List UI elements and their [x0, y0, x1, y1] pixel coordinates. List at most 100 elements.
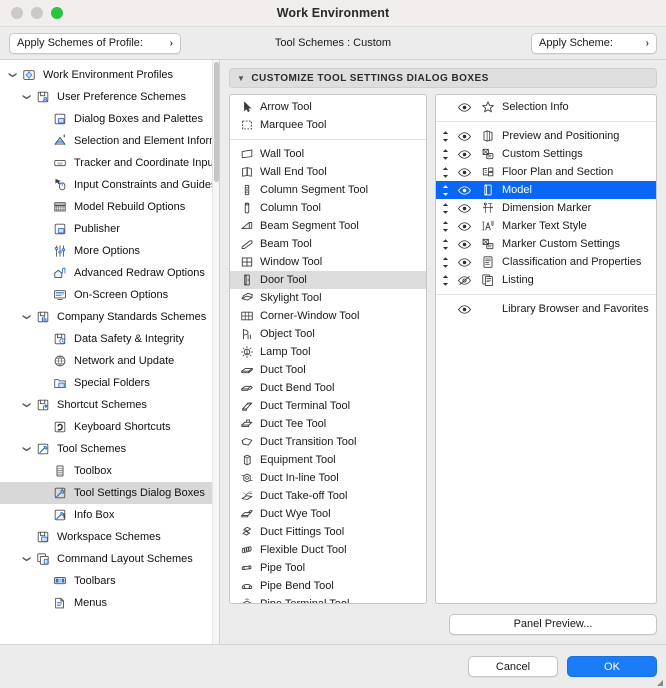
tool-list-item[interactable]: Column Tool — [230, 199, 426, 217]
eye-visible-icon[interactable] — [452, 185, 476, 196]
panel-list-item[interactable]: Marker Custom Settings — [436, 235, 656, 253]
panel-list-item[interactable]: Model — [436, 181, 656, 199]
sidebar-item-menus[interactable]: Menus — [0, 592, 219, 614]
tool-list-item[interactable]: Beam Tool — [230, 235, 426, 253]
panel-list-item[interactable]: Dimension Marker — [436, 199, 656, 217]
sidebar-item-network-and-update[interactable]: Network and Update — [0, 350, 219, 372]
eye-visible-icon[interactable] — [452, 304, 476, 315]
sidebar-item-publisher[interactable]: Publisher — [0, 218, 219, 240]
tool-list-item[interactable]: Duct Transition Tool — [230, 433, 426, 451]
reorder-handle-icon[interactable] — [439, 220, 452, 232]
sidebar-item-tool-schemes[interactable]: ❯ Tool Schemes — [0, 438, 219, 460]
tool-list-item[interactable]: Door Tool — [230, 271, 426, 289]
tool-list[interactable]: Arrow Tool Marquee Tool Wall Tool Wall End … — [229, 94, 427, 604]
sidebar-item-toolbox[interactable]: Toolbox — [0, 460, 219, 482]
schemes-tree[interactable]: ❯ Work Environment Profiles ❯ User Preferen… — [0, 60, 219, 614]
sidebar-item-toolbars[interactable]: Toolbars — [0, 570, 219, 592]
tool-list-item[interactable]: Beam Segment Tool — [230, 217, 426, 235]
reorder-handle-icon[interactable] — [439, 238, 452, 250]
chevron-down-icon[interactable]: ❯ — [23, 91, 32, 104]
eye-hidden-icon[interactable] — [452, 275, 476, 286]
customize-section-header[interactable]: ▼ CUSTOMIZE TOOL SETTINGS DIALOG BOXES — [229, 68, 657, 88]
sidebar-item-tracker-and-coordinate-input[interactable]: xyz Tracker and Coordinate Input — [0, 152, 219, 174]
tool-list-item[interactable]: Flexible Duct Tool — [230, 541, 426, 559]
chevron-down-icon[interactable]: ❯ — [23, 443, 32, 456]
sidebar-item-on-screen-options[interactable]: On-Screen Options — [0, 284, 219, 306]
panel-list-item[interactable]: Preview and Positioning — [436, 127, 656, 145]
ok-button[interactable]: OK — [567, 656, 657, 677]
sidebar-item-input-constraints-and-guides[interactable]: Input Constraints and Guides — [0, 174, 219, 196]
tool-list-item[interactable]: Duct Take-off Tool — [230, 487, 426, 505]
tool-list-item[interactable]: Wall Tool — [230, 145, 426, 163]
tree-scrollbar[interactable] — [212, 60, 219, 644]
eye-visible-icon[interactable] — [452, 239, 476, 250]
cancel-button[interactable]: Cancel — [468, 656, 558, 677]
panel-list-item[interactable]: Classification and Properties — [436, 253, 656, 271]
tool-list-item[interactable]: Duct Bend Tool — [230, 379, 426, 397]
sidebar-item-company-standards-schemes[interactable]: ❯ Company Standards Schemes — [0, 306, 219, 328]
eye-visible-icon[interactable] — [452, 149, 476, 160]
tool-list-item[interactable]: Marquee Tool — [230, 116, 426, 134]
panel-preview-button[interactable]: Panel Preview... — [449, 613, 657, 635]
tool-list-item[interactable]: Pipe Terminal Tool — [230, 595, 426, 603]
tool-list-item[interactable]: Column Segment Tool — [230, 181, 426, 199]
tool-list-item[interactable]: Equipment Tool — [230, 451, 426, 469]
eye-visible-icon[interactable] — [452, 257, 476, 268]
sidebar-item-model-rebuild-options[interactable]: Model Rebuild Options — [0, 196, 219, 218]
sidebar-item-info-box[interactable]: Info Box — [0, 504, 219, 526]
reorder-handle-icon[interactable] — [439, 148, 452, 160]
panel-list-item[interactable]: Custom Settings — [436, 145, 656, 163]
resize-handle-icon[interactable] — [654, 677, 664, 687]
sidebar-item-tool-settings-dialog-boxes[interactable]: Tool Settings Dialog Boxes — [0, 482, 219, 504]
reorder-handle-icon[interactable] — [439, 184, 452, 196]
panel-list-item[interactable]: Library Browser and Favorites — [436, 300, 656, 318]
eye-visible-icon[interactable] — [452, 167, 476, 178]
eye-visible-icon[interactable] — [452, 131, 476, 142]
tool-list-item[interactable]: Pipe Bend Tool — [230, 577, 426, 595]
sidebar-item-advanced-redraw-options[interactable]: Advanced Redraw Options — [0, 262, 219, 284]
chevron-down-icon[interactable]: ❯ — [23, 399, 32, 412]
reorder-handle-icon[interactable] — [439, 274, 452, 286]
reorder-handle-icon[interactable] — [439, 256, 452, 268]
sidebar-item-workspace-schemes[interactable]: Workspace Schemes — [0, 526, 219, 548]
eye-visible-icon[interactable] — [452, 221, 476, 232]
panel-list-item[interactable]: Listing — [436, 271, 656, 289]
panel-list[interactable]: Selection Info Preview and Positioning Cus… — [435, 94, 657, 604]
panel-list-item[interactable]: Selection Info — [436, 98, 656, 116]
eye-visible-icon[interactable] — [452, 102, 476, 113]
chevron-down-icon[interactable]: ❯ — [9, 69, 18, 82]
panel-list-item[interactable]: Floor Plan and Section — [436, 163, 656, 181]
tool-list-item[interactable]: Corner-Window Tool — [230, 307, 426, 325]
tool-list-item[interactable]: Lamp Tool — [230, 343, 426, 361]
reorder-handle-icon[interactable] — [439, 130, 452, 142]
tool-list-item[interactable]: Duct Tool — [230, 361, 426, 379]
tool-list-item[interactable]: Pipe Tool — [230, 559, 426, 577]
sidebar-item-user-preference-schemes[interactable]: ❯ User Preference Schemes — [0, 86, 219, 108]
sidebar-item-more-options[interactable]: More Options — [0, 240, 219, 262]
reorder-handle-icon[interactable] — [439, 166, 452, 178]
panel-list-item[interactable]: Marker Text Style — [436, 217, 656, 235]
sidebar-item-shortcut-schemes[interactable]: ❯ Shortcut Schemes — [0, 394, 219, 416]
tool-list-item[interactable]: Window Tool — [230, 253, 426, 271]
reorder-handle-icon[interactable] — [439, 202, 452, 214]
tool-list-item[interactable]: Wall End Tool — [230, 163, 426, 181]
eye-visible-icon[interactable] — [452, 203, 476, 214]
sidebar-item-special-folders[interactable]: Special Folders — [0, 372, 219, 394]
sidebar-item-keyboard-shortcuts[interactable]: Keyboard Shortcuts — [0, 416, 219, 438]
apply-scheme-button[interactable]: Apply Scheme: › — [531, 32, 657, 54]
tool-list-item[interactable]: Duct Tee Tool — [230, 415, 426, 433]
sidebar-item-dialog-boxes-and-palettes[interactable]: Dialog Boxes and Palettes — [0, 108, 219, 130]
tool-list-item[interactable]: Object Tool — [230, 325, 426, 343]
tool-list-item[interactable]: Duct In-line Tool — [230, 469, 426, 487]
tool-list-item[interactable]: Arrow Tool — [230, 98, 426, 116]
sidebar-item-data-safety-integrity[interactable]: Data Safety & Integrity — [0, 328, 219, 350]
tool-list-item[interactable]: Skylight Tool — [230, 289, 426, 307]
sidebar-item-work-environment-profiles[interactable]: ❯ Work Environment Profiles — [0, 64, 219, 86]
tool-list-item[interactable]: Duct Wye Tool — [230, 505, 426, 523]
chevron-down-icon[interactable]: ❯ — [23, 311, 32, 324]
tool-list-item[interactable]: Duct Terminal Tool — [230, 397, 426, 415]
tree-scrollbar-thumb[interactable] — [214, 62, 219, 182]
tool-list-item[interactable]: Duct Fittings Tool — [230, 523, 426, 541]
sidebar-item-command-layout-schemes[interactable]: ❯ Command Layout Schemes — [0, 548, 219, 570]
chevron-down-icon[interactable]: ❯ — [23, 553, 32, 566]
